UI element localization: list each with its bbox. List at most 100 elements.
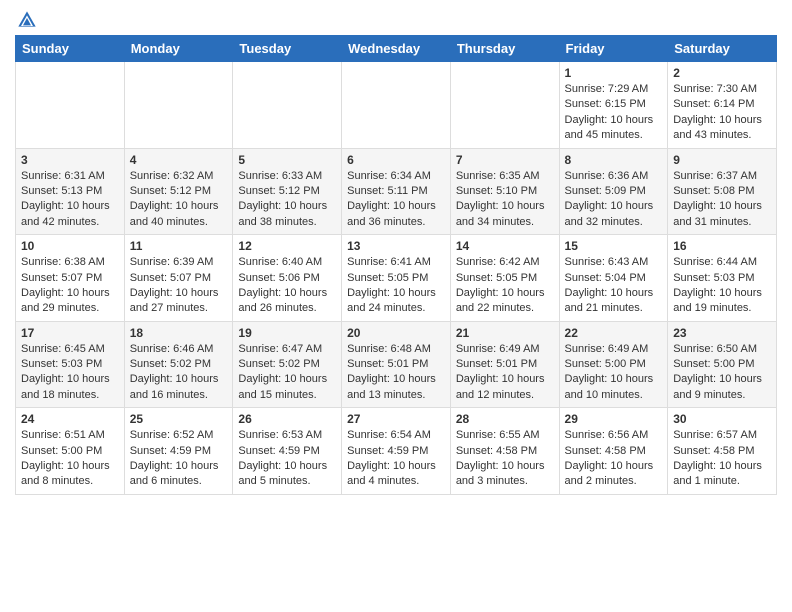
day-info: Sunrise: 6:33 AM Sunset: 5:12 PM Dayligh… (238, 169, 336, 231)
day-number: 8 (565, 153, 663, 167)
day-info: Sunrise: 6:41 AM Sunset: 5:05 PM Dayligh… (347, 255, 445, 317)
calendar-header: SundayMondayTuesdayWednesdayThursdayFrid… (16, 36, 777, 62)
calendar-cell: 3Sunrise: 6:31 AM Sunset: 5:13 PM Daylig… (16, 148, 125, 235)
day-number: 28 (456, 412, 554, 426)
calendar-cell: 7 Sunrise: 6:35 AM Sunset: 5:10 PM Daylig… (450, 148, 559, 235)
day-info: Sunrise: 6:46 AM Sunset: 5:02 PM Dayligh… (130, 342, 228, 404)
calendar-cell: 17 Sunrise: 6:45 AM Sunset: 5:03 PM Dayli… (16, 321, 125, 408)
day-info: Sunrise: 6:36 AM Sunset: 5:09 PM Dayligh… (565, 169, 663, 231)
calendar-week-1: 1 Sunrise: 7:29 AM Sunset: 6:15 PM Daylig… (16, 62, 777, 149)
calendar-cell (450, 62, 559, 149)
day-number: 12 (238, 239, 336, 253)
day-number: 29 (565, 412, 663, 426)
day-info: Sunrise: 6:42 AM Sunset: 5:05 PM Dayligh… (456, 255, 554, 317)
calendar-cell: 2 Sunrise: 7:30 AM Sunset: 6:14 PM Daylig… (668, 62, 777, 149)
day-info: Sunrise: 6:45 AM Sunset: 5:03 PM Dayligh… (21, 342, 119, 404)
calendar-cell: 4 Sunrise: 6:32 AM Sunset: 5:12 PM Daylig… (124, 148, 233, 235)
calendar-cell: 26 Sunrise: 6:53 AM Sunset: 4:59 PM Dayli… (233, 408, 342, 495)
calendar-cell (124, 62, 233, 149)
calendar-cell: 21 Sunrise: 6:49 AM Sunset: 5:01 PM Dayli… (450, 321, 559, 408)
day-number: 5 (238, 153, 336, 167)
day-info: Sunrise: 6:38 AM Sunset: 5:07 PM Dayligh… (21, 255, 119, 317)
calendar-cell: 19 Sunrise: 6:47 AM Sunset: 5:02 PM Dayli… (233, 321, 342, 408)
day-number: 21 (456, 326, 554, 340)
day-info: Sunrise: 6:50 AM Sunset: 5:00 PM Dayligh… (673, 342, 771, 404)
calendar-week-4: 17 Sunrise: 6:45 AM Sunset: 5:03 PM Dayli… (16, 321, 777, 408)
day-number: 2 (673, 66, 771, 80)
day-info: Sunrise: 7:30 AM Sunset: 6:14 PM Dayligh… (673, 82, 771, 144)
calendar-table: SundayMondayTuesdayWednesdayThursdayFrid… (15, 35, 777, 495)
weekday-header-wednesday: Wednesday (342, 36, 451, 62)
weekday-header-thursday: Thursday (450, 36, 559, 62)
day-info: Sunrise: 6:56 AM Sunset: 4:58 PM Dayligh… (565, 428, 663, 490)
day-info: Sunrise: 6:43 AM Sunset: 5:04 PM Dayligh… (565, 255, 663, 317)
calendar-cell: 18 Sunrise: 6:46 AM Sunset: 5:02 PM Dayli… (124, 321, 233, 408)
day-info: Sunrise: 6:32 AM Sunset: 5:12 PM Dayligh… (130, 169, 228, 231)
calendar-cell: 24Sunrise: 6:51 AM Sunset: 5:00 PM Dayli… (16, 408, 125, 495)
calendar-cell: 20Sunrise: 6:48 AM Sunset: 5:01 PM Dayli… (342, 321, 451, 408)
calendar-cell: 16 Sunrise: 6:44 AM Sunset: 5:03 PM Dayli… (668, 235, 777, 322)
day-info: Sunrise: 6:47 AM Sunset: 5:02 PM Dayligh… (238, 342, 336, 404)
day-number: 23 (673, 326, 771, 340)
day-info: Sunrise: 6:52 AM Sunset: 4:59 PM Dayligh… (130, 428, 228, 490)
calendar-cell: 22 Sunrise: 6:49 AM Sunset: 5:00 PM Dayli… (559, 321, 668, 408)
day-number: 22 (565, 326, 663, 340)
header (15, 10, 777, 30)
calendar-cell: 6 Sunrise: 6:34 AM Sunset: 5:11 PM Daylig… (342, 148, 451, 235)
calendar-week-5: 24Sunrise: 6:51 AM Sunset: 5:00 PM Dayli… (16, 408, 777, 495)
day-number: 1 (565, 66, 663, 80)
calendar-week-3: 10 Sunrise: 6:38 AM Sunset: 5:07 PM Dayli… (16, 235, 777, 322)
calendar-body: 1 Sunrise: 7:29 AM Sunset: 6:15 PM Daylig… (16, 62, 777, 495)
day-info: Sunrise: 6:44 AM Sunset: 5:03 PM Dayligh… (673, 255, 771, 317)
day-number: 9 (673, 153, 771, 167)
weekday-row: SundayMondayTuesdayWednesdayThursdayFrid… (16, 36, 777, 62)
day-info: Sunrise: 7:29 AM Sunset: 6:15 PM Dayligh… (565, 82, 663, 144)
day-info: Sunrise: 6:55 AM Sunset: 4:58 PM Dayligh… (456, 428, 554, 490)
day-number: 18 (130, 326, 228, 340)
day-number: 6 (347, 153, 445, 167)
day-info: Sunrise: 6:57 AM Sunset: 4:58 PM Dayligh… (673, 428, 771, 490)
calendar-cell: 28 Sunrise: 6:55 AM Sunset: 4:58 PM Dayli… (450, 408, 559, 495)
calendar-cell: 15 Sunrise: 6:43 AM Sunset: 5:04 PM Dayli… (559, 235, 668, 322)
day-number: 4 (130, 153, 228, 167)
day-info: Sunrise: 6:35 AM Sunset: 5:10 PM Dayligh… (456, 169, 554, 231)
calendar-cell: 30 Sunrise: 6:57 AM Sunset: 4:58 PM Dayli… (668, 408, 777, 495)
day-info: Sunrise: 6:40 AM Sunset: 5:06 PM Dayligh… (238, 255, 336, 317)
day-number: 7 (456, 153, 554, 167)
calendar-cell: 12 Sunrise: 6:40 AM Sunset: 5:06 PM Dayli… (233, 235, 342, 322)
calendar-cell: 25 Sunrise: 6:52 AM Sunset: 4:59 PM Dayli… (124, 408, 233, 495)
logo-icon (17, 10, 37, 30)
calendar-cell: 14 Sunrise: 6:42 AM Sunset: 5:05 PM Dayli… (450, 235, 559, 322)
day-info: Sunrise: 6:51 AM Sunset: 5:00 PM Dayligh… (21, 428, 119, 490)
day-number: 19 (238, 326, 336, 340)
day-info: Sunrise: 6:53 AM Sunset: 4:59 PM Dayligh… (238, 428, 336, 490)
calendar-cell: 13 Sunrise: 6:41 AM Sunset: 5:05 PM Dayli… (342, 235, 451, 322)
calendar-cell: 10 Sunrise: 6:38 AM Sunset: 5:07 PM Dayli… (16, 235, 125, 322)
calendar-cell (233, 62, 342, 149)
day-number: 11 (130, 239, 228, 253)
day-info: Sunrise: 6:49 AM Sunset: 5:00 PM Dayligh… (565, 342, 663, 404)
calendar-cell: 5 Sunrise: 6:33 AM Sunset: 5:12 PM Daylig… (233, 148, 342, 235)
day-number: 26 (238, 412, 336, 426)
day-number: 16 (673, 239, 771, 253)
day-number: 15 (565, 239, 663, 253)
logo (15, 10, 37, 30)
calendar-cell: 1 Sunrise: 7:29 AM Sunset: 6:15 PM Daylig… (559, 62, 668, 149)
day-info: Sunrise: 6:39 AM Sunset: 5:07 PM Dayligh… (130, 255, 228, 317)
weekday-header-friday: Friday (559, 36, 668, 62)
day-info: Sunrise: 6:31 AM Sunset: 5:13 PM Dayligh… (21, 169, 119, 231)
day-number: 13 (347, 239, 445, 253)
calendar-cell: 11 Sunrise: 6:39 AM Sunset: 5:07 PM Dayli… (124, 235, 233, 322)
day-number: 17 (21, 326, 119, 340)
day-number: 10 (21, 239, 119, 253)
day-number: 30 (673, 412, 771, 426)
day-info: Sunrise: 6:54 AM Sunset: 4:59 PM Dayligh… (347, 428, 445, 490)
day-info: Sunrise: 6:49 AM Sunset: 5:01 PM Dayligh… (456, 342, 554, 404)
day-number: 14 (456, 239, 554, 253)
weekday-header-tuesday: Tuesday (233, 36, 342, 62)
calendar-cell: 29 Sunrise: 6:56 AM Sunset: 4:58 PM Dayli… (559, 408, 668, 495)
day-info: Sunrise: 6:34 AM Sunset: 5:11 PM Dayligh… (347, 169, 445, 231)
day-number: 25 (130, 412, 228, 426)
day-info: Sunrise: 6:48 AM Sunset: 5:01 PM Dayligh… (347, 342, 445, 404)
calendar-cell: 23 Sunrise: 6:50 AM Sunset: 5:00 PM Dayli… (668, 321, 777, 408)
